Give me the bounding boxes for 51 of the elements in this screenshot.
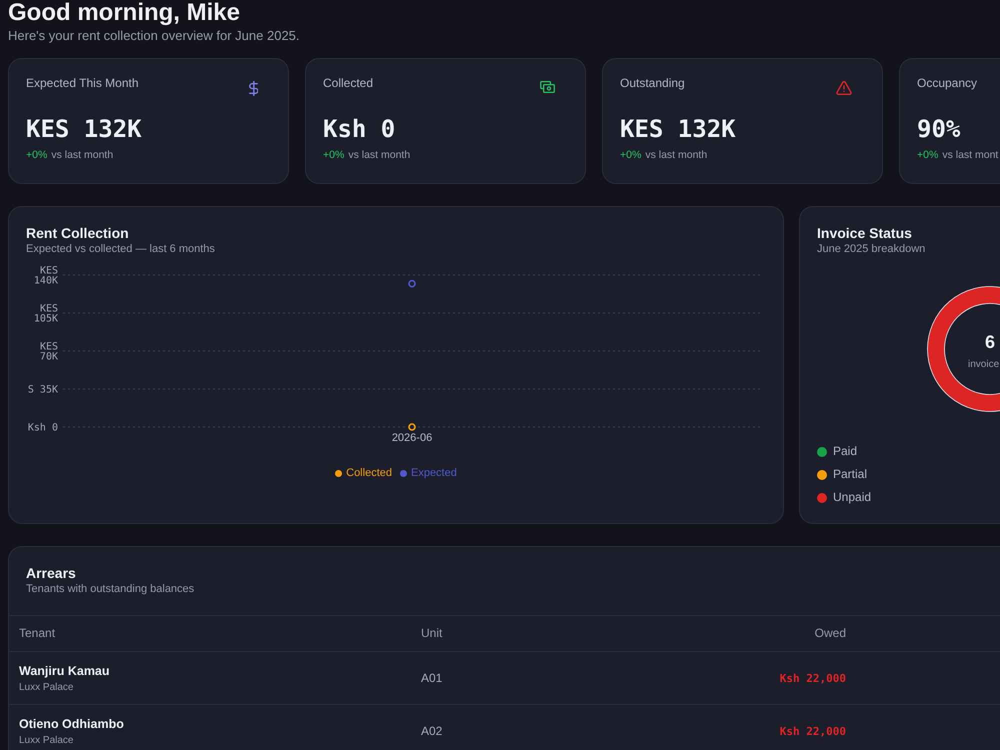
unit-cell-text: A02 <box>420 724 444 739</box>
property-name: Luxx Palace <box>19 734 74 747</box>
property-name: Luxx Palace <box>19 681 74 694</box>
x-axis-label: 2026-06 <box>392 432 432 444</box>
panel-title: Invoice Status <box>817 224 912 242</box>
legend-label: Paid <box>833 444 858 459</box>
stat-value: Ksh 0 <box>323 115 396 143</box>
legend-label: Partial <box>833 467 868 482</box>
stat-label: Occupancy <box>917 75 978 91</box>
unit-cell-text: A01 <box>420 671 444 686</box>
change-note: vs last month <box>348 148 410 162</box>
warning-icon <box>836 81 852 95</box>
change-note: vs last month <box>51 148 114 162</box>
greeting-subtitle: Here's your rent collection overview for June 2025. <box>8 28 300 44</box>
change-percent: +0% <box>917 148 938 162</box>
donut-total: 6 <box>985 332 996 352</box>
donut-label: invoice <box>968 359 1000 371</box>
greeting-title: Good morning, Mike <box>8 0 240 26</box>
y-axis-label: KES 70K <box>40 342 58 362</box>
y-axis-label: Ksh 0 <box>28 422 58 434</box>
legend-label: Unpaid <box>833 490 872 505</box>
stat-value: 90% <box>917 115 960 143</box>
legend-label: Expected <box>410 466 457 480</box>
tenant-name: Wanjiru Kamau <box>19 663 110 679</box>
y-axis-label: KES 140K <box>34 266 58 286</box>
change-percent: +0% <box>323 148 344 162</box>
y-axis-label: KES 105K <box>34 304 58 324</box>
panel-subtitle: Expected vs collected — last 6 months <box>26 242 215 256</box>
stat-value: KES 132K <box>620 115 736 143</box>
column-header: Tenant <box>18 626 56 641</box>
stat-value: KES 132K <box>26 115 142 143</box>
column-header: Unit <box>420 626 444 641</box>
panel-title: Arrears <box>26 564 76 582</box>
change-note: vs last month <box>645 148 708 162</box>
panel-title: Rent Collection <box>26 224 129 242</box>
change-note: vs last mont <box>942 148 998 162</box>
column-header: Owed <box>814 626 847 641</box>
panel-subtitle: June 2025 breakdown <box>817 242 926 256</box>
panel-subtitle: Tenants with outstanding balances <box>26 582 194 596</box>
stat-label: Collected <box>323 75 374 91</box>
stat-label: Expected This Month <box>26 75 139 91</box>
owed-amount: Ksh 22,000 <box>778 671 847 686</box>
change-percent: +0% <box>26 148 48 162</box>
legend-label: Collected <box>346 466 392 480</box>
banknotes-icon <box>540 81 555 93</box>
tenant-name: Otieno Odhiambo <box>19 716 124 732</box>
stat-label: Outstanding <box>620 75 685 91</box>
change-percent: +0% <box>620 148 642 162</box>
y-axis-label: S 35K <box>28 384 58 396</box>
owed-amount: Ksh 22,000 <box>778 724 847 739</box>
dollar-icon <box>249 81 258 96</box>
